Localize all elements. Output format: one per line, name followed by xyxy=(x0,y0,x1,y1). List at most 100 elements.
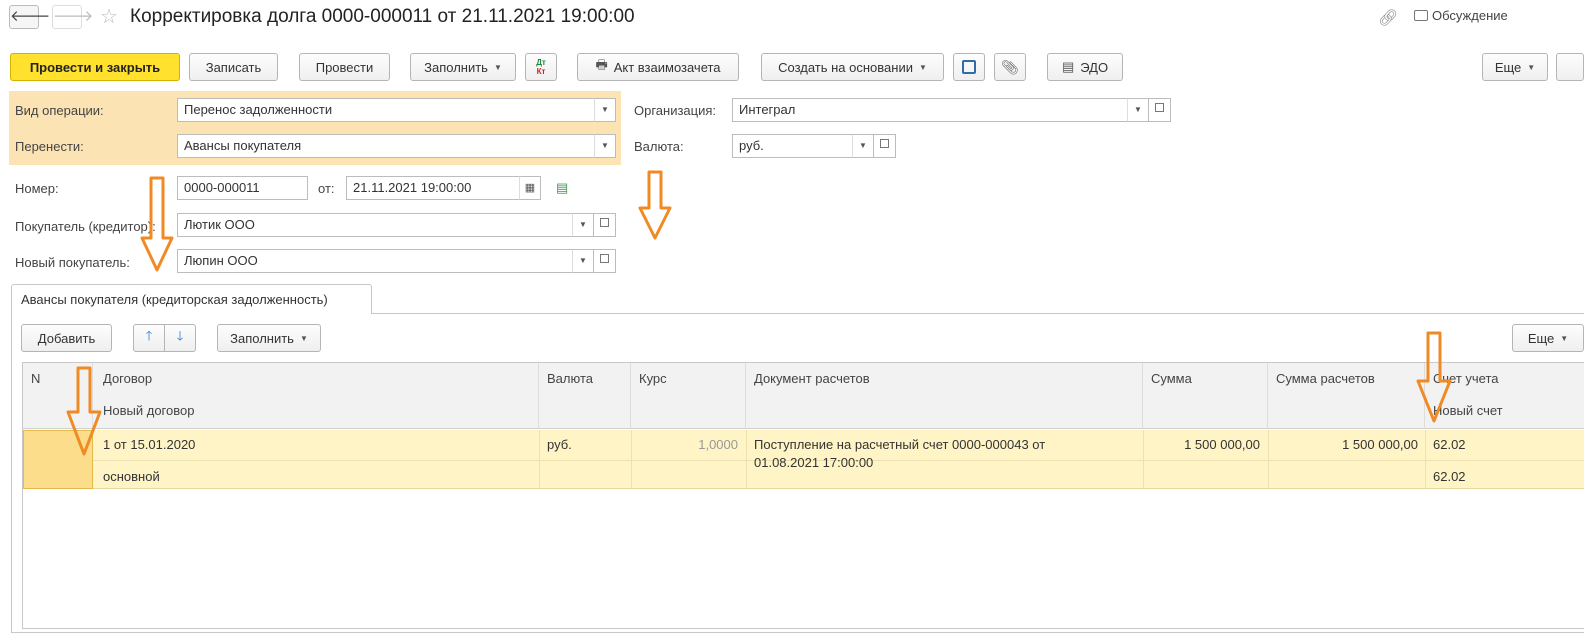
discussion-label: Обсуждение xyxy=(1432,8,1508,23)
post-and-close-label: Провести и закрыть xyxy=(29,59,161,75)
chevron-down-icon: ▼ xyxy=(1527,62,1536,72)
buyer-open-button[interactable] xyxy=(594,213,616,237)
attach-button[interactable]: 📎︎ xyxy=(994,53,1026,81)
cell-document-line1[interactable]: Поступление на расчетный счет 0000-00004… xyxy=(754,437,1045,452)
cell-currency[interactable]: руб. xyxy=(547,437,572,452)
column-divider xyxy=(539,430,540,489)
link-icon[interactable]: 🔗︎ xyxy=(1378,8,1398,28)
new-buyer-open-button[interactable] xyxy=(594,249,616,273)
header-cell-rate[interactable]: Курс xyxy=(631,363,746,429)
header-new-contract-label: Новый договор xyxy=(103,403,195,418)
move-up-button[interactable]: 🡑 xyxy=(133,324,165,352)
transfer-field[interactable]: Авансы покупателя xyxy=(177,134,595,158)
arrow-up-icon: 🡑 xyxy=(145,328,153,343)
forward-button[interactable]: 🡒 xyxy=(52,5,93,29)
buyer-field[interactable]: Лютик ООО xyxy=(177,213,573,237)
post-and-close-button[interactable]: Провести и закрыть xyxy=(10,53,180,81)
open-icon xyxy=(600,254,609,263)
number-field[interactable]: 0000-000011 xyxy=(177,176,308,200)
header-cell-sum[interactable]: Сумма xyxy=(1143,363,1268,429)
header-cell-sum-settle[interactable]: Сумма расчетов xyxy=(1268,363,1425,429)
cell-new-contract[interactable]: основной xyxy=(103,469,160,484)
header-sum-settle-label: Сумма расчетов xyxy=(1276,371,1375,386)
cell-account[interactable]: 62.02 xyxy=(1433,437,1466,452)
chevron-down-icon: ▼ xyxy=(1134,105,1142,114)
help-button[interactable] xyxy=(1556,53,1584,81)
currency-dropdown[interactable]: ▼ xyxy=(852,134,874,158)
edo-icon: ▤ xyxy=(1061,59,1075,74)
table-more-label: Еще xyxy=(1527,330,1555,346)
calendar-button[interactable]: ▦ xyxy=(519,176,541,200)
structure-button[interactable] xyxy=(953,53,985,81)
new-buyer-dropdown[interactable]: ▼ xyxy=(572,249,594,273)
dt-kt-button[interactable]: Дт Кт xyxy=(525,53,557,81)
more-button[interactable]: Еще ▼ xyxy=(1482,53,1548,81)
chevron-down-icon: ▼ xyxy=(493,62,502,72)
printer-icon: 🖶 xyxy=(595,57,608,72)
column-divider xyxy=(1425,430,1426,489)
arrow-right-icon: 🡒 xyxy=(53,8,94,25)
chevron-down-icon: ▼ xyxy=(859,141,867,150)
organization-field[interactable]: Интеграл xyxy=(732,98,1128,122)
operation-label: Вид операции: xyxy=(15,103,104,118)
save-button[interactable]: Записать xyxy=(189,53,278,81)
chat-icon xyxy=(1414,10,1428,21)
cell-rate[interactable]: 1,0000 xyxy=(631,437,738,452)
fill-button[interactable]: Заполнить ▼ xyxy=(410,53,516,81)
chevron-down-icon: ▼ xyxy=(601,141,609,150)
transfer-label: Перенести: xyxy=(15,139,84,154)
favorite-star-icon[interactable]: ☆ xyxy=(100,4,118,29)
organization-dropdown[interactable]: ▼ xyxy=(1127,98,1149,122)
cell-new-account[interactable]: 62.02 xyxy=(1433,469,1466,484)
cell-contract[interactable]: 1 от 15.01.2020 xyxy=(103,437,195,452)
header-cell-currency[interactable]: Валюта xyxy=(539,363,631,429)
discussion-button[interactable]: Обсуждение xyxy=(1414,8,1508,23)
header-contract-label: Договор xyxy=(103,371,153,386)
header-new-account-label: Новый счет xyxy=(1433,403,1503,418)
page-title: Корректировка долга 0000-000011 от 21.11… xyxy=(130,6,635,27)
currency-field[interactable]: руб. xyxy=(732,134,853,158)
operation-field[interactable]: Перенос задолженности xyxy=(177,98,595,122)
header-cell-contract[interactable]: Договор Новый договор xyxy=(93,363,539,429)
fill-label: Заполнить xyxy=(424,59,488,75)
add-row-button[interactable]: Добавить xyxy=(21,324,112,352)
create-based-on-button[interactable]: Создать на основании ▼ xyxy=(761,53,944,81)
chevron-down-icon: ▼ xyxy=(579,256,587,265)
new-buyer-field[interactable]: Люпин ООО xyxy=(177,249,573,273)
header-cell-account[interactable]: Счет учета Новый счет xyxy=(1425,363,1584,429)
open-icon xyxy=(1155,103,1164,112)
post-button[interactable]: Провести xyxy=(299,53,390,81)
kt-label: Кт xyxy=(536,67,546,76)
header-cell-document[interactable]: Документ расчетов xyxy=(746,363,1143,429)
edo-label: ЭДО xyxy=(1080,59,1109,75)
edo-button[interactable]: ▤ ЭДО xyxy=(1047,53,1123,81)
post-status-icon: ▤ xyxy=(556,180,569,195)
chevron-down-icon: ▼ xyxy=(299,333,308,343)
header-cell-n[interactable]: N xyxy=(23,363,93,429)
more-label: Еще xyxy=(1494,59,1522,75)
table-fill-label: Заполнить xyxy=(230,330,294,346)
move-down-button[interactable]: 🡓 xyxy=(164,324,196,352)
table-fill-button[interactable]: Заполнить ▼ xyxy=(217,324,321,352)
table-more-button[interactable]: Еще ▼ xyxy=(1512,324,1584,352)
header-sum-label: Сумма xyxy=(1151,371,1192,386)
post-label: Провести xyxy=(315,59,374,75)
row-number-cell[interactable] xyxy=(23,430,93,489)
transfer-dropdown[interactable]: ▼ xyxy=(594,134,616,158)
currency-open-button[interactable] xyxy=(874,134,896,158)
calendar-icon: ▦ xyxy=(524,182,536,194)
buyer-dropdown[interactable]: ▼ xyxy=(572,213,594,237)
cell-document-line2[interactable]: 01.08.2021 17:00:00 xyxy=(754,455,873,470)
organization-open-button[interactable] xyxy=(1149,98,1171,122)
cell-sum[interactable]: 1 500 000,00 xyxy=(1143,437,1260,452)
number-label: Номер: xyxy=(15,181,59,196)
date-field[interactable]: 21.11.2021 19:00:00 xyxy=(346,176,520,200)
offset-act-button[interactable]: 🖶 Акт взаимозачета xyxy=(577,53,739,81)
header-document-label: Документ расчетов xyxy=(754,371,870,386)
add-row-label: Добавить xyxy=(37,330,96,346)
cell-sum-settle[interactable]: 1 500 000,00 xyxy=(1268,437,1418,452)
back-button[interactable]: 🡐 xyxy=(9,5,50,29)
operation-dropdown[interactable]: ▼ xyxy=(594,98,616,122)
tab-buyer-advances[interactable]: Авансы покупателя (кредиторская задолжен… xyxy=(11,284,372,314)
chevron-down-icon: ▼ xyxy=(918,62,927,72)
